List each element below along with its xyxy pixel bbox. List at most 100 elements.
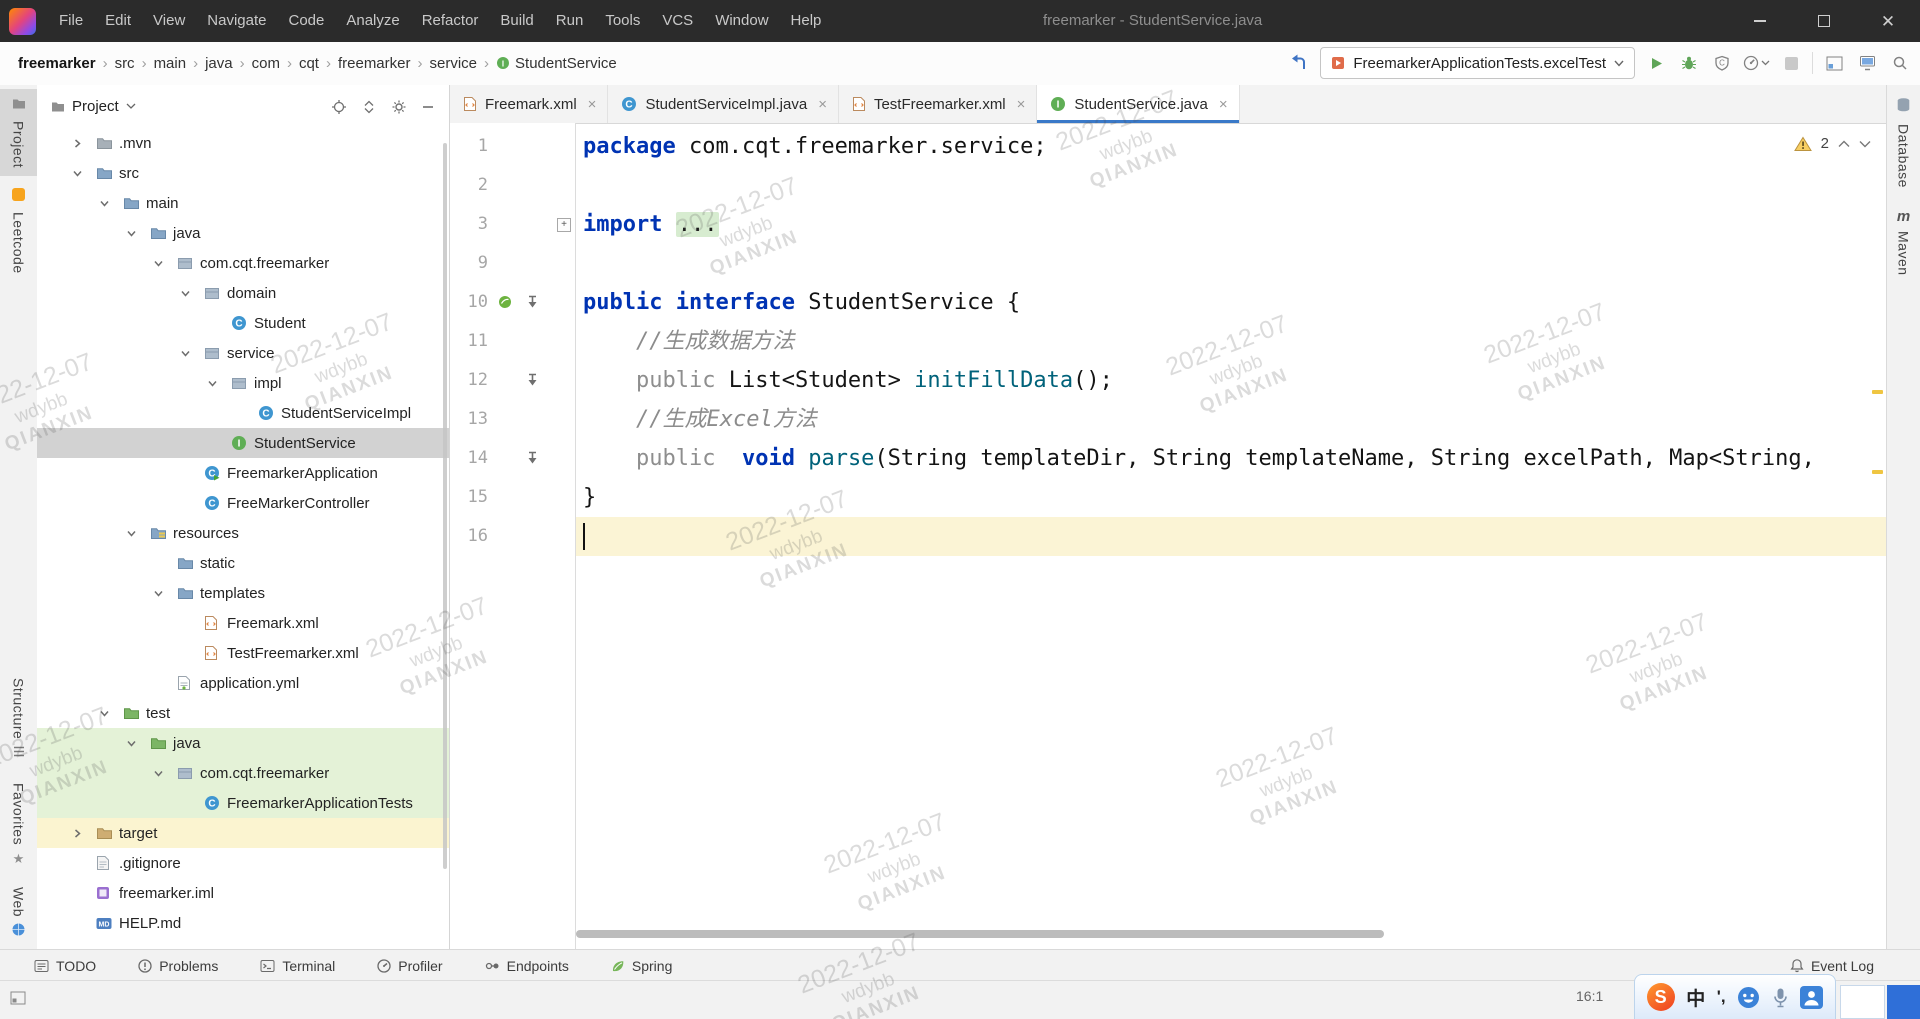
toolwindow-problems[interactable]: Problems: [138, 958, 218, 974]
breadcrumb-item-freemarker[interactable]: freemarker: [338, 55, 411, 72]
toolwindow-profiler[interactable]: Profiler: [377, 958, 443, 974]
tree-item-target[interactable]: target: [37, 818, 449, 848]
ime-punctuation-indicator[interactable]: ',: [1717, 987, 1726, 1007]
stop-button[interactable]: [1779, 50, 1803, 76]
prev-problem-icon[interactable]: [1838, 140, 1850, 148]
menu-build[interactable]: Build: [489, 0, 544, 42]
toolwindow-todo[interactable]: TODO: [34, 958, 96, 974]
tab-close-icon[interactable]: ×: [1219, 96, 1228, 113]
tree-item-studentserviceimpl[interactable]: C StudentServiceImpl: [37, 398, 449, 428]
minimize-button[interactable]: [1728, 0, 1792, 42]
toolwindow-tab-web[interactable]: Web: [0, 879, 37, 949]
tree-item-java[interactable]: java: [37, 218, 449, 248]
breadcrumb-item-java[interactable]: java: [205, 55, 233, 72]
taskbar-corner-button[interactable]: [1887, 985, 1920, 1019]
editor-tab-testfreemarker-xml[interactable]: TestFreemarker.xml ×: [839, 85, 1038, 123]
toolwindow-spring[interactable]: Spring: [611, 958, 672, 974]
next-problem-icon[interactable]: [1859, 140, 1871, 148]
warning-stripe-mark[interactable]: [1872, 470, 1883, 474]
project-panel-title[interactable]: Project: [72, 98, 119, 115]
breadcrumb-item-service[interactable]: service: [430, 55, 478, 72]
tree-item-freemarkerapplicationtests[interactable]: C FreemarkerApplicationTests: [37, 788, 449, 818]
menu-file[interactable]: File: [48, 0, 94, 42]
sogou-input-icon[interactable]: S: [1646, 983, 1675, 1011]
settings-gear-icon[interactable]: [391, 99, 407, 115]
chevron-expanded-icon[interactable]: [97, 198, 123, 209]
run-configuration-select[interactable]: FreemarkerApplicationTests.excelTest: [1320, 47, 1635, 79]
menu-edit[interactable]: Edit: [94, 0, 142, 42]
toolwindows-layout-icon[interactable]: [1822, 50, 1846, 76]
editor-tab-studentservice-java[interactable]: I StudentService.java ×: [1037, 85, 1240, 123]
breadcrumb-item-com[interactable]: com: [252, 55, 280, 72]
tab-close-icon[interactable]: ×: [818, 96, 827, 113]
tree-item-freemarkerapplication[interactable]: C FreemarkerApplication: [37, 458, 449, 488]
tree-item-java[interactable]: java: [37, 728, 449, 758]
toolwindow-tab-database[interactable]: Database: [1887, 89, 1920, 196]
taskbar-tray-item[interactable]: [1840, 985, 1885, 1019]
tree-item-mvn[interactable]: .mvn: [37, 128, 449, 158]
chevron-expanded-icon[interactable]: [151, 588, 177, 599]
breadcrumb-item-studentservice[interactable]: I StudentService: [496, 55, 617, 72]
implemented-gutter-icon[interactable]: [526, 373, 539, 387]
tab-close-icon[interactable]: ×: [588, 96, 597, 113]
tree-item-service[interactable]: service: [37, 338, 449, 368]
warning-stripe-mark[interactable]: [1872, 390, 1883, 394]
tree-item-help-md[interactable]: MD HELP.md: [37, 908, 449, 938]
ime-toolbar[interactable]: S 中 ',: [1634, 974, 1836, 1019]
event-log-button[interactable]: Event Log: [1790, 958, 1874, 974]
menu-navigate[interactable]: Navigate: [196, 0, 277, 42]
run-button[interactable]: [1644, 50, 1668, 76]
tree-item-student[interactable]: C Student: [37, 308, 449, 338]
menu-run[interactable]: Run: [545, 0, 595, 42]
ime-language-indicator[interactable]: 中: [1686, 984, 1705, 1011]
chevron-collapsed-icon[interactable]: [70, 138, 96, 149]
tab-close-icon[interactable]: ×: [1017, 96, 1026, 113]
editor-tab-studentserviceimpl-java[interactable]: C StudentServiceImpl.java ×: [608, 85, 839, 123]
toolwindow-endpoints[interactable]: Endpoints: [485, 958, 569, 974]
spring-bean-gutter-icon[interactable]: [498, 295, 512, 309]
breadcrumb-item-freemarker[interactable]: freemarker: [18, 55, 96, 72]
code-editor[interactable]: 1 2 3 +9 10 11 12 13 14 15 16 package com.cqt.free…: [450, 123, 1887, 949]
tree-item-impl[interactable]: impl: [37, 368, 449, 398]
contacts-icon[interactable]: [1800, 985, 1824, 1009]
caret-position[interactable]: 16:1: [1576, 988, 1603, 1004]
run-with-coverage-button[interactable]: C: [1710, 50, 1734, 76]
tree-item-domain[interactable]: domain: [37, 278, 449, 308]
locate-file-icon[interactable]: [331, 99, 347, 115]
profiler-button[interactable]: [1743, 50, 1770, 76]
tree-item-com-cqt-freemarker[interactable]: com.cqt.freemarker: [37, 758, 449, 788]
toolwindow-tab-favorites[interactable]: Favorites ★: [0, 775, 37, 875]
toolwindow-tab-maven[interactable]: m Maven: [1887, 200, 1920, 284]
tree-item-gitignore[interactable]: .gitignore: [37, 848, 449, 878]
toolwindow-tab-structure[interactable]: Structure: [0, 670, 37, 771]
horizontal-scrollbar-thumb[interactable]: [576, 930, 1384, 938]
chevron-expanded-icon[interactable]: [178, 348, 204, 359]
tree-item-templates[interactable]: templates: [37, 578, 449, 608]
expand-collapse-icon[interactable]: [361, 99, 377, 115]
tree-item-src[interactable]: src: [37, 158, 449, 188]
implemented-gutter-icon[interactable]: [526, 451, 539, 465]
chevron-expanded-icon[interactable]: [70, 168, 96, 179]
tree-item-static[interactable]: static: [37, 548, 449, 578]
chevron-down-icon[interactable]: [126, 103, 136, 110]
toolwindow-switcher-icon[interactable]: [10, 991, 26, 1005]
breadcrumb-item-cqt[interactable]: cqt: [299, 55, 319, 72]
menu-refactor[interactable]: Refactor: [411, 0, 490, 42]
editor-tab-freemark-xml[interactable]: Freemark.xml ×: [450, 85, 609, 123]
chevron-expanded-icon[interactable]: [124, 738, 150, 749]
chevron-expanded-icon[interactable]: [151, 258, 177, 269]
toolwindow-terminal[interactable]: Terminal: [260, 958, 335, 974]
tree-item-freemarker-iml[interactable]: freemarker.iml: [37, 878, 449, 908]
tree-item-application-yml[interactable]: application.yml: [37, 668, 449, 698]
chevron-expanded-icon[interactable]: [151, 768, 177, 779]
title-bar[interactable]: File Edit View Navigate Code Analyze Refactor B…: [0, 0, 1920, 42]
menu-code[interactable]: Code: [277, 0, 335, 42]
tree-item-studentservice[interactable]: I StudentService: [37, 428, 449, 458]
code-area[interactable]: package com.cqt.freemarker.service; impor…: [576, 123, 1887, 949]
emoji-icon[interactable]: [1737, 986, 1760, 1009]
chevron-expanded-icon[interactable]: [124, 528, 150, 539]
chevron-expanded-icon[interactable]: [97, 708, 123, 719]
maximize-button[interactable]: [1792, 0, 1856, 42]
tree-item-main[interactable]: main: [37, 188, 449, 218]
toolwindow-tab-leetcode[interactable]: Leetcode: [0, 180, 37, 282]
